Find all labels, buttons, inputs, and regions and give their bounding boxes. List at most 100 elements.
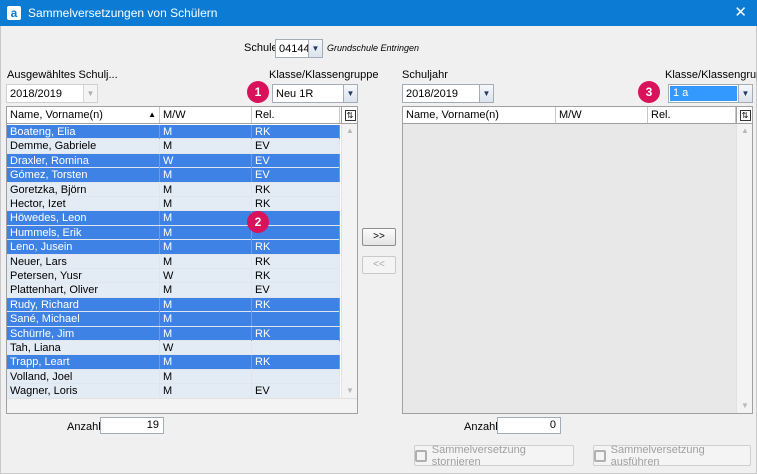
cell-mw: M bbox=[160, 211, 252, 226]
cell-mw: M bbox=[160, 225, 252, 240]
source-horizontal-scrollbar[interactable] bbox=[7, 398, 357, 413]
move-right-button[interactable]: >> bbox=[362, 228, 396, 246]
cell-mw: M bbox=[160, 182, 252, 197]
cell-rel bbox=[252, 369, 340, 384]
target-count-value: 0 bbox=[497, 417, 561, 434]
cell-name: Plattenhart, Oliver bbox=[7, 283, 160, 298]
chevron-down-icon[interactable]: ▼ bbox=[308, 40, 322, 57]
cell-mw: M bbox=[160, 384, 252, 399]
cell-mw: M bbox=[160, 125, 252, 139]
table-row[interactable]: Hector, Izet M RK bbox=[7, 197, 340, 212]
cell-name: Boateng, Elia bbox=[7, 125, 160, 139]
table-row[interactable]: Demme, Gabriele M EV bbox=[7, 139, 340, 154]
scroll-down-icon[interactable]: ▼ bbox=[342, 384, 357, 398]
cell-name: Trapp, Leart bbox=[7, 355, 160, 370]
close-icon[interactable]: ✕ bbox=[734, 4, 747, 22]
cell-name: Schürrle, Jim bbox=[7, 326, 160, 341]
target-class-label: Klasse/Klassengruppe bbox=[665, 69, 757, 81]
source-count-value: 19 bbox=[100, 417, 164, 434]
move-left-button[interactable]: << bbox=[362, 256, 396, 274]
column-header-name[interactable]: Name, Vorname(n) bbox=[403, 107, 556, 123]
cell-mw: W bbox=[160, 341, 252, 355]
source-year-label: Ausgewähltes Schulj... bbox=[7, 69, 118, 81]
cell-rel: RK bbox=[252, 240, 340, 255]
source-year-combo[interactable]: 2018/2019 ▼ bbox=[6, 84, 98, 103]
cell-rel: RK bbox=[252, 125, 340, 139]
table-row[interactable]: Neuer, Lars M RK bbox=[7, 254, 340, 269]
target-student-table: Name, Vorname(n) M/W Rel. ⇅ ▲ ▼ bbox=[402, 106, 753, 414]
table-row[interactable]: Boateng, Elia M RK bbox=[7, 125, 340, 140]
target-year-combo[interactable]: 2018/2019 ▼ bbox=[402, 84, 494, 103]
target-table-header: Name, Vorname(n) M/W Rel. bbox=[403, 107, 752, 124]
table-row[interactable]: Höwedes, Leon M bbox=[7, 211, 340, 226]
cell-name: Wagner, Loris bbox=[7, 384, 160, 399]
cell-name: Draxler, Romina bbox=[7, 153, 160, 168]
column-header-mw[interactable]: M/W bbox=[556, 107, 648, 123]
table-row[interactable]: Leno, Jusein M RK bbox=[7, 240, 340, 255]
cell-mw: M bbox=[160, 355, 252, 370]
table-row[interactable]: Sané, Michael M bbox=[7, 312, 340, 327]
table-row[interactable]: Volland, Joel M bbox=[7, 369, 340, 385]
sort-asc-icon: ▲ bbox=[148, 110, 156, 119]
cell-rel bbox=[252, 341, 340, 355]
column-chooser-icon[interactable]: ⇅ bbox=[736, 107, 752, 123]
column-chooser-icon[interactable]: ⇅ bbox=[341, 107, 357, 123]
cell-mw: M bbox=[160, 168, 252, 183]
app-icon: a bbox=[7, 6, 21, 20]
target-vertical-scrollbar[interactable]: ▲ ▼ bbox=[736, 124, 752, 413]
column-header-mw[interactable]: M/W bbox=[160, 107, 252, 123]
cell-name: Leno, Jusein bbox=[7, 240, 160, 255]
column-header-rel[interactable]: Rel. bbox=[252, 107, 340, 123]
column-header-rel[interactable]: Rel. bbox=[648, 107, 736, 123]
chevron-down-icon[interactable]: ▼ bbox=[83, 85, 97, 102]
cell-rel: EV bbox=[252, 384, 340, 399]
cell-mw: W bbox=[160, 269, 252, 283]
table-row[interactable]: Rudy, Richard M RK bbox=[7, 297, 340, 313]
chevron-down-icon[interactable]: ▼ bbox=[343, 85, 357, 102]
cell-mw: M bbox=[160, 283, 252, 298]
target-table-body bbox=[403, 124, 736, 413]
school-combo[interactable]: 041448l ▼ bbox=[275, 39, 323, 58]
target-class-combo[interactable]: 1 a ▼ bbox=[668, 84, 753, 103]
cell-mw: W bbox=[160, 153, 252, 168]
cell-rel: RK bbox=[252, 355, 340, 370]
scroll-up-icon[interactable]: ▲ bbox=[737, 124, 752, 138]
chevron-down-icon[interactable]: ▼ bbox=[738, 85, 752, 102]
cell-mw: M bbox=[160, 369, 252, 384]
source-student-table: Name, Vorname(n) ▲ M/W Rel. ⇅ Boateng, E… bbox=[6, 106, 358, 414]
table-row[interactable]: Draxler, Romina W EV bbox=[7, 153, 340, 169]
scroll-up-icon[interactable]: ▲ bbox=[342, 124, 357, 138]
cancel-bulk-transfer-button[interactable]: Sammelversetzung stornieren bbox=[414, 444, 574, 468]
table-row[interactable]: Petersen, Yusr W RK bbox=[7, 269, 340, 284]
target-count-label: Anzahl bbox=[464, 421, 498, 433]
cell-mw: M bbox=[160, 139, 252, 154]
table-row[interactable]: Schürrle, Jim M RK bbox=[7, 326, 340, 341]
scroll-down-icon[interactable]: ▼ bbox=[737, 399, 752, 413]
table-row[interactable]: Tah, Liana W bbox=[7, 341, 340, 356]
annotation-badge-1: 1 bbox=[247, 81, 269, 103]
cell-rel: EV bbox=[252, 153, 340, 168]
cell-name: Neuer, Lars bbox=[7, 254, 160, 269]
source-class-combo[interactable]: Neu 1R ▼ bbox=[272, 84, 358, 103]
school-code: 041448l bbox=[279, 42, 308, 55]
table-row[interactable]: Plattenhart, Oliver M EV bbox=[7, 283, 340, 298]
cell-rel: RK bbox=[252, 254, 340, 269]
annotation-badge-2: 2 bbox=[247, 211, 269, 233]
cell-name: Hector, Izet bbox=[7, 197, 160, 211]
table-row[interactable]: Gómez, Torsten M EV bbox=[7, 168, 340, 183]
cell-name: Goretzka, Björn bbox=[7, 182, 160, 197]
table-row[interactable]: Trapp, Leart M RK bbox=[7, 355, 340, 370]
table-row[interactable]: Hummels, Erik M bbox=[7, 225, 340, 241]
dialog-body: Schule 041448l ▼ Grundschule Entringen A… bbox=[0, 26, 757, 474]
cell-rel: RK bbox=[252, 182, 340, 197]
chevron-down-icon[interactable]: ▼ bbox=[479, 85, 493, 102]
cell-name: Petersen, Yusr bbox=[7, 269, 160, 283]
execute-bulk-transfer-button[interactable]: Sammelversetzung ausführen bbox=[593, 444, 751, 468]
table-row[interactable]: Wagner, Loris M EV bbox=[7, 384, 340, 399]
table-row[interactable]: Goretzka, Björn M RK bbox=[7, 182, 340, 197]
source-vertical-scrollbar[interactable]: ▲ ▼ bbox=[341, 124, 357, 398]
cell-rel: EV bbox=[252, 139, 340, 154]
cell-mw: M bbox=[160, 326, 252, 341]
cell-mw: M bbox=[160, 197, 252, 211]
column-header-name[interactable]: Name, Vorname(n) ▲ bbox=[7, 107, 160, 123]
